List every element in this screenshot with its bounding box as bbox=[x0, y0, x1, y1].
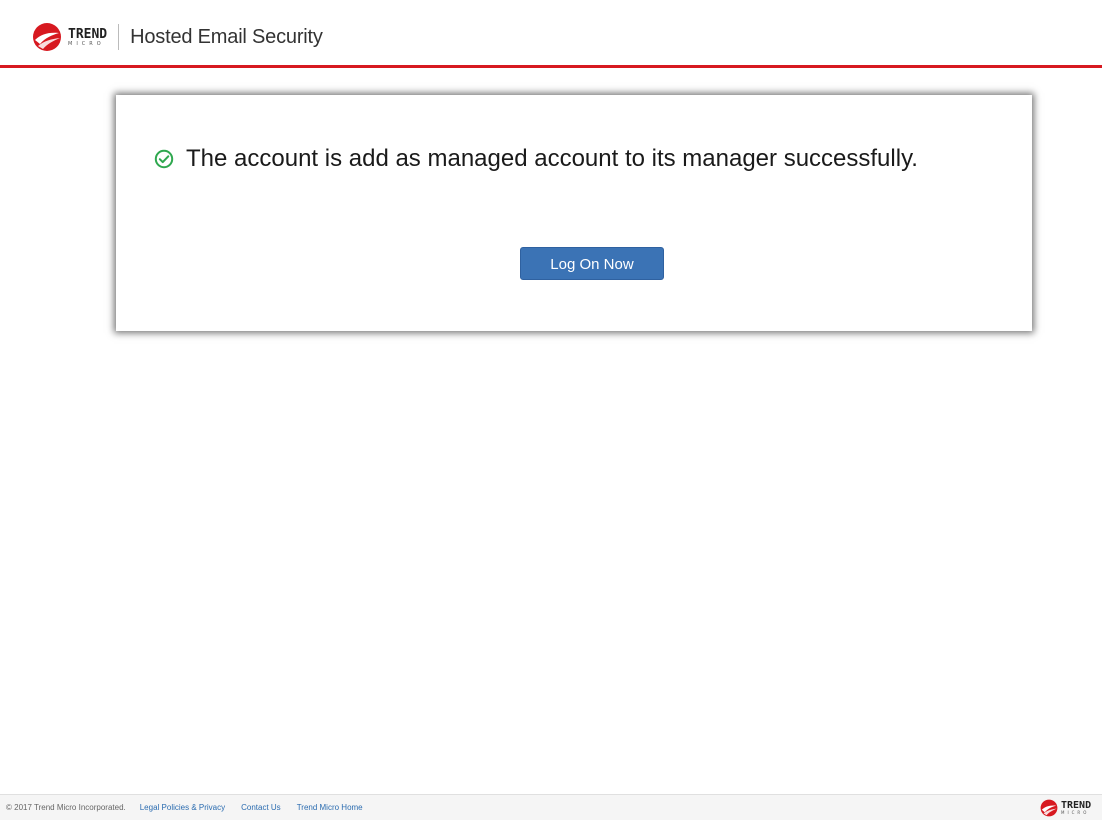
footer-wordmark: TREND MICRO bbox=[1061, 801, 1091, 815]
brand-wordmark: TREND MICRO bbox=[68, 28, 107, 47]
trend-micro-ball-icon bbox=[33, 23, 61, 51]
trend-micro-home-link[interactable]: Trend Micro Home bbox=[297, 803, 363, 812]
header-divider bbox=[118, 24, 120, 50]
success-message-text: The account is add as managed account to… bbox=[186, 145, 918, 172]
footer: © 2017 Trend Micro Incorporated. Legal P… bbox=[0, 794, 1102, 820]
brand[interactable]: TREND MICRO Hosted Email Security bbox=[32, 22, 323, 52]
brand-trend: TREND bbox=[68, 26, 108, 42]
contact-us-link[interactable]: Contact Us bbox=[241, 803, 281, 812]
footer-brand-micro: MICRO bbox=[1061, 810, 1090, 815]
log-on-now-button[interactable]: Log On Now bbox=[520, 247, 664, 280]
product-name: Hosted Email Security bbox=[130, 25, 323, 48]
check-circle-icon bbox=[154, 149, 174, 169]
success-card: The account is add as managed account to… bbox=[116, 95, 1032, 331]
copyright: © 2017 Trend Micro Incorporated. bbox=[6, 803, 126, 812]
footer-logo: TREND MICRO bbox=[1040, 799, 1091, 817]
brand-micro: MICRO bbox=[68, 40, 105, 47]
legal-policies-link[interactable]: Legal Policies & Privacy bbox=[140, 803, 225, 812]
trend-micro-ball-icon bbox=[1040, 799, 1058, 817]
success-message: The account is add as managed account to… bbox=[154, 145, 918, 173]
header: TREND MICRO Hosted Email Security bbox=[0, 0, 1102, 68]
footer-links: © 2017 Trend Micro Incorporated. Legal P… bbox=[6, 803, 379, 812]
